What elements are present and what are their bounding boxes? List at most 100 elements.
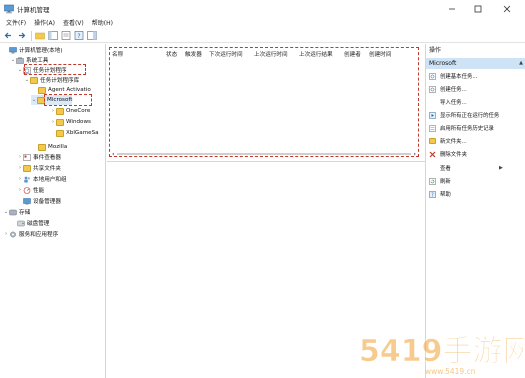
folder-icon — [56, 118, 64, 126]
tree-item-disk-management[interactable]: 磁盘管理 — [17, 218, 49, 228]
action-new-folder[interactable]: 新文件夹... — [429, 136, 467, 146]
folder-icon — [30, 76, 38, 84]
services-icon — [10, 231, 16, 237]
tree-item-storage[interactable]: ⌄ 存储 — [3, 207, 30, 217]
action-enable-history[interactable]: 启用所有任务历史记录 — [429, 123, 494, 133]
folder-icon — [38, 86, 46, 94]
refresh-icon — [429, 177, 436, 185]
actions-section-microsoft[interactable]: Microsoft ▲ — [426, 58, 525, 69]
running-tasks-icon — [429, 111, 436, 119]
horizontal-scrollbar[interactable] — [111, 152, 417, 156]
column-header-name[interactable]: 名称 — [112, 50, 123, 58]
microsoft-highlight — [44, 94, 92, 106]
column-header-next-run[interactable]: 下次运行时间 — [209, 50, 243, 58]
back-button[interactable] — [3, 30, 14, 41]
maximize-icon — [474, 5, 482, 13]
help-toolbar-button[interactable]: ? — [73, 30, 84, 41]
folder-icon — [56, 107, 64, 115]
action-label: 帮助 — [440, 192, 451, 198]
tree-label: 存储 — [19, 210, 31, 216]
show-hide-action-pane-button[interactable] — [86, 30, 97, 41]
forward-button[interactable] — [16, 30, 27, 41]
action-show-running[interactable]: 显示所有正在运行的任务 — [429, 110, 499, 120]
create-task-icon — [429, 85, 436, 93]
scrollbar-thumb[interactable] — [117, 153, 411, 155]
tree-item-root[interactable]: 计算机管理(本地) — [3, 45, 63, 55]
tree-label: XblGameSa — [66, 130, 99, 136]
action-label: 导入任务... — [440, 100, 467, 106]
up-folder-button[interactable] — [34, 30, 45, 41]
tree-item-event-viewer[interactable]: › 事件查看器 — [17, 152, 61, 162]
tree-item-task-library[interactable]: ⌄ 任务计划程序库 — [24, 75, 79, 85]
toolbox-icon — [16, 56, 24, 64]
column-header-status[interactable]: 状态 — [166, 50, 177, 58]
toolbar: ? — [0, 29, 525, 43]
tree-item-xblgamesave[interactable]: XblGameSa — [50, 128, 99, 138]
tree-item-local-users[interactable]: › 本地用户和组 — [17, 174, 67, 184]
tree-item-device-manager[interactable]: 设备管理器 — [23, 196, 61, 206]
tree-label: 服务和应用程序 — [19, 232, 59, 238]
action-label: 启用所有任务历史记录 — [440, 126, 494, 132]
column-header-created[interactable]: 创建时间 — [369, 50, 391, 58]
menu-action[interactable]: 操作(A) — [34, 18, 55, 29]
action-label: 删除文件夹 — [440, 152, 467, 158]
tree-label: 任务计划程序库 — [40, 78, 80, 84]
computer-management-window: 计算机管理 文件(F) 操作(A) 查看(V) 帮助(H) ? 计算机管理(本地… — [0, 0, 525, 378]
new-folder-icon — [429, 138, 436, 144]
column-header-triggers[interactable]: 触发器 — [185, 50, 202, 58]
menu-file[interactable]: 文件(F) — [6, 18, 26, 29]
tree-label: OneCore — [66, 108, 91, 114]
action-create-basic-task[interactable]: 创建基本任务... — [429, 71, 478, 81]
action-label: 刷新 — [440, 179, 451, 185]
tree-label: 事件查看器 — [33, 155, 61, 161]
actions-header: 操作 — [429, 47, 442, 54]
tree-item-performance[interactable]: › 性能 — [17, 185, 44, 195]
show-hide-tree-button[interactable] — [47, 30, 58, 41]
performance-icon — [23, 186, 31, 194]
minimize-button[interactable] — [441, 0, 463, 18]
column-header-author[interactable]: 创建者 — [344, 50, 361, 58]
import-icon — [429, 99, 436, 106]
computer-management-icon — [4, 4, 14, 14]
action-view[interactable]: 查看 ▶ — [429, 163, 503, 173]
tree-item-services-apps[interactable]: › 服务和应用程序 — [3, 229, 58, 239]
watermark-logo: 5419手游网 www.5419.cn — [359, 334, 525, 376]
action-label: 显示所有正在运行的任务 — [440, 113, 500, 119]
tree-label: 共享文件夹 — [33, 166, 61, 172]
scroll-left-icon[interactable] — [111, 152, 115, 156]
properties-button[interactable] — [60, 30, 71, 41]
column-header-last-run[interactable]: 上次运行时间 — [254, 50, 288, 58]
properties-icon — [61, 31, 70, 40]
action-help[interactable]: ? 帮助 — [429, 189, 451, 199]
computer-icon — [9, 46, 17, 53]
window-title: 计算机管理 — [17, 6, 50, 14]
action-import-task[interactable]: 导入任务... — [429, 97, 467, 107]
action-label: 创建任务... — [440, 87, 467, 93]
tree-label: 设备管理器 — [33, 199, 61, 205]
scroll-right-icon[interactable] — [413, 152, 417, 156]
actions-section-label: Microsoft — [429, 60, 457, 67]
action-delete-folder[interactable]: 删除文件夹 — [429, 149, 467, 159]
tree-label: Agent Activatio — [48, 87, 91, 93]
watermark-url: www.5419.cn — [425, 367, 476, 376]
toolbar-separator — [31, 30, 32, 41]
tree-item-windows[interactable]: › Windows — [50, 117, 91, 127]
tree-label: 本地用户和组 — [33, 177, 67, 183]
column-header-last-result[interactable]: 上次运行结果 — [299, 50, 333, 58]
close-icon — [503, 5, 511, 13]
tree-item-shared-folders[interactable]: › 共享文件夹 — [17, 163, 61, 173]
action-create-task[interactable]: 创建任务... — [429, 84, 467, 94]
disk-icon — [17, 220, 25, 226]
console-tree: 计算机管理(本地) ⌄ 系统工具 ⌄ 任务计划程序 ⌄ 任务计划程序库 Agen… — [0, 44, 106, 378]
history-icon — [429, 124, 436, 132]
action-label: 查看 — [440, 166, 451, 172]
tree-item-onecore[interactable]: › OneCore — [50, 106, 90, 116]
close-button[interactable] — [496, 0, 518, 18]
tree-item-mozilla[interactable]: Mozilla — [38, 142, 67, 152]
column-headers: 名称 状态 触发器 下次运行时间 上次运行时间 上次运行结果 创建者 创建时间 — [110, 50, 420, 60]
users-icon — [24, 176, 30, 183]
action-refresh[interactable]: 刷新 — [429, 176, 451, 186]
menu-view[interactable]: 查看(V) — [63, 18, 84, 29]
menu-help[interactable]: 帮助(H) — [92, 18, 113, 29]
maximize-button[interactable] — [467, 0, 489, 18]
